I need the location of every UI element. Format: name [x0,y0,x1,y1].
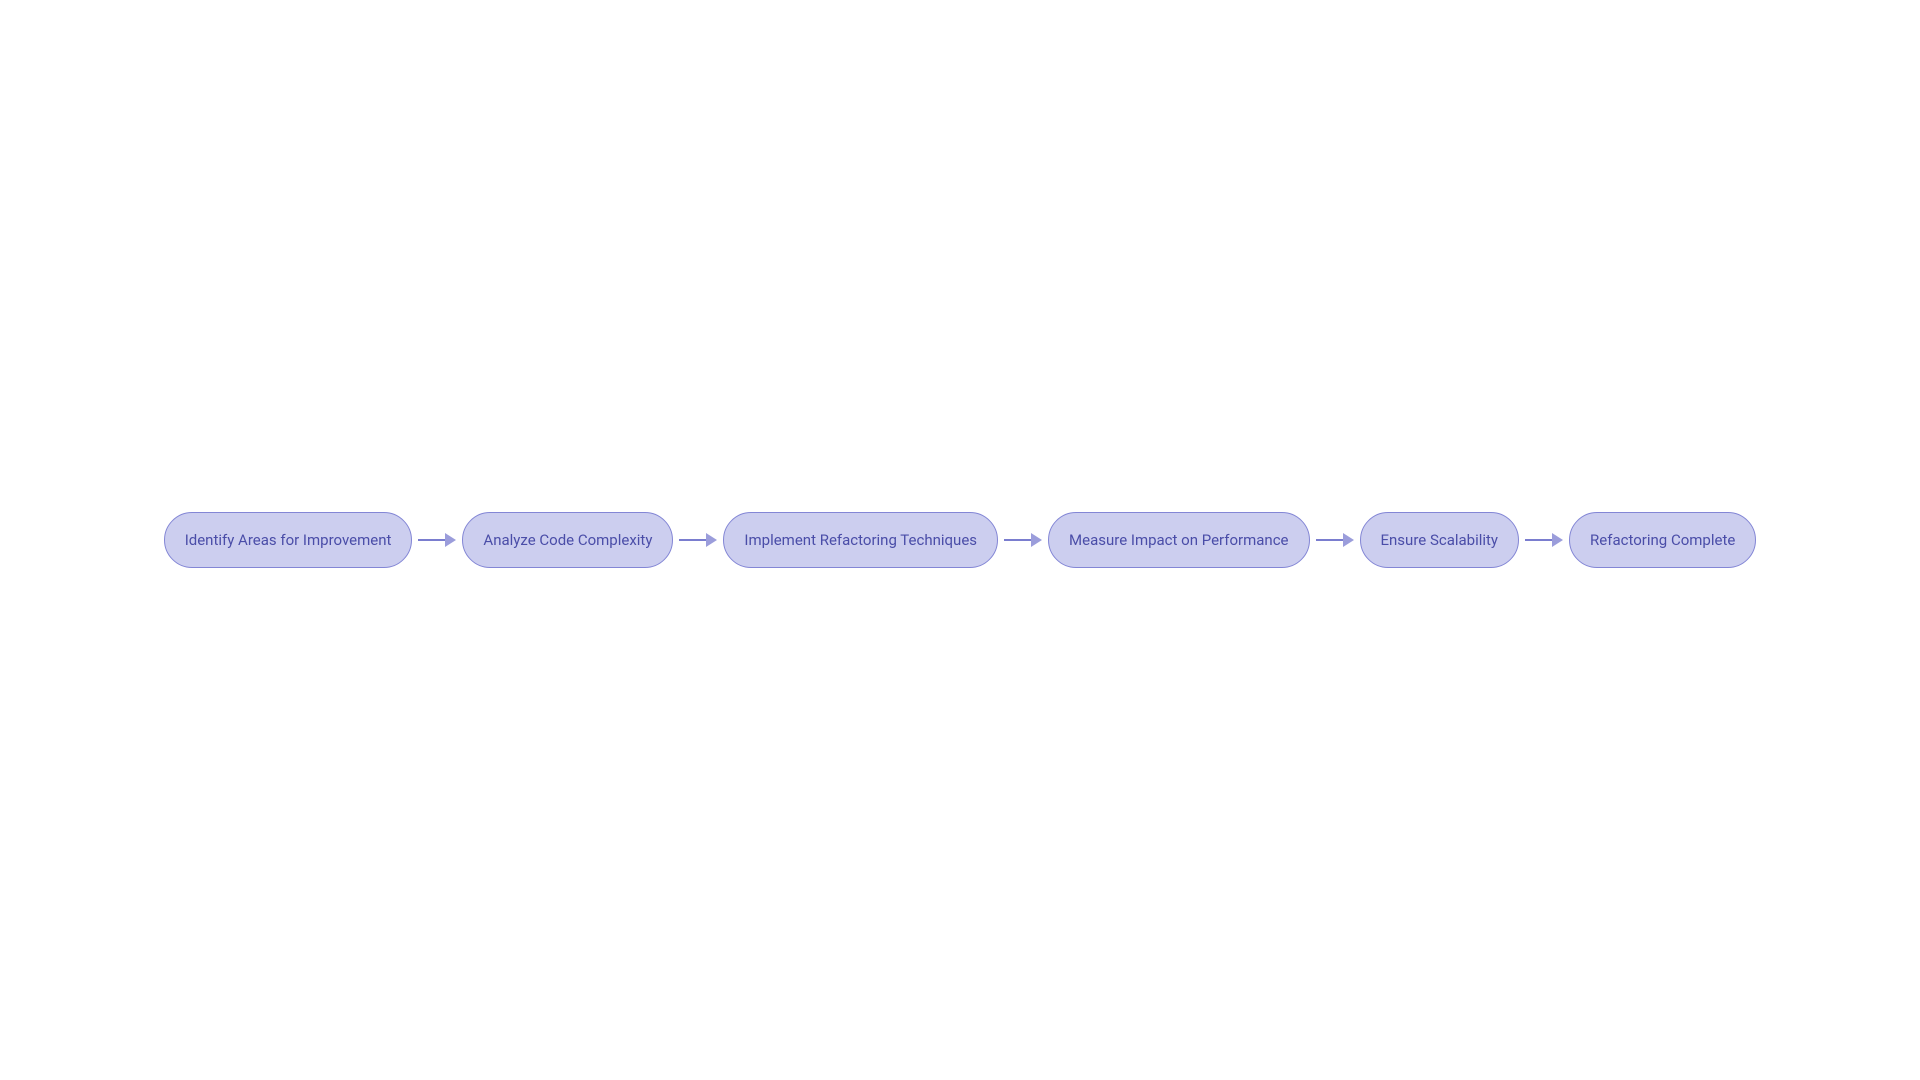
node-label: Identify Areas for Improvement [185,531,392,549]
flowchart-node-measure-impact: Measure Impact on Performance [1048,512,1309,568]
arrow-line [1525,539,1553,541]
flowchart-node-identify-areas: Identify Areas for Improvement [164,512,413,568]
arrow-line [1316,539,1344,541]
arrow-head-icon [445,533,456,547]
flowchart-diagram: Identify Areas for Improvement Analyze C… [0,512,1920,568]
node-label: Implement Refactoring Techniques [744,531,977,549]
arrow-icon [1004,533,1042,547]
flowchart-node-implement-refactoring: Implement Refactoring Techniques [723,512,998,568]
flowchart-node-analyze-complexity: Analyze Code Complexity [462,512,673,568]
arrow-line [1004,539,1032,541]
arrow-icon [418,533,456,547]
arrow-icon [1316,533,1354,547]
arrow-icon [679,533,717,547]
node-label: Refactoring Complete [1590,531,1735,549]
arrow-line [679,539,707,541]
arrow-head-icon [1343,533,1354,547]
arrow-head-icon [706,533,717,547]
arrow-icon [1525,533,1563,547]
node-label: Analyze Code Complexity [483,531,652,549]
flowchart-node-ensure-scalability: Ensure Scalability [1360,512,1520,568]
arrow-line [418,539,446,541]
arrow-head-icon [1031,533,1042,547]
arrow-head-icon [1552,533,1563,547]
flowchart-node-refactoring-complete: Refactoring Complete [1569,512,1756,568]
node-label: Measure Impact on Performance [1069,531,1288,549]
node-label: Ensure Scalability [1381,531,1499,549]
